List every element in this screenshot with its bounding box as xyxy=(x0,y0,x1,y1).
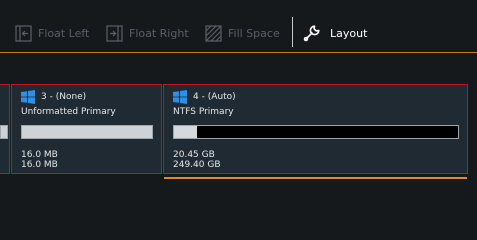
selection-indicator xyxy=(164,177,467,179)
fill-space-label: Fill Space xyxy=(228,26,280,40)
wrench-icon xyxy=(303,25,320,42)
float-right-button[interactable]: Float Right xyxy=(106,22,189,44)
partition-card-previous[interactable] xyxy=(0,84,10,174)
windows-icon xyxy=(173,90,187,104)
float-left-label: Float Left xyxy=(38,26,90,40)
partition-type: Unformatted Primary xyxy=(21,107,116,117)
float-left-icon xyxy=(15,24,32,42)
partition-type: NTFS Primary xyxy=(173,107,234,117)
partition-map: 3 - (None) Unformatted Primary 16.0 MB 1… xyxy=(0,53,477,200)
partition-title: 3 - (None) xyxy=(41,92,87,102)
partition-used-size: 20.45 GB xyxy=(173,150,215,160)
layout-button[interactable]: Layout xyxy=(302,22,367,44)
toolbar-separator xyxy=(292,17,293,47)
partition-usage-fill xyxy=(174,126,197,138)
partition-used-size: 16.0 MB xyxy=(21,150,58,160)
float-left-button[interactable]: Float Left xyxy=(15,22,89,44)
partition-card[interactable]: 3 - (None) Unformatted Primary 16.0 MB 1… xyxy=(11,84,162,174)
partition-header: 4 - (Auto) xyxy=(173,90,236,104)
fill-space-icon xyxy=(205,24,222,42)
fill-space-button[interactable]: Fill Space xyxy=(205,22,280,44)
windows-icon xyxy=(21,90,35,104)
partition-total-size: 16.0 MB xyxy=(21,160,58,170)
partition-usage-bar xyxy=(21,125,153,139)
float-right-icon xyxy=(106,24,123,42)
partition-total-size: 249.40 GB xyxy=(173,160,221,170)
partition-title: 4 - (Auto) xyxy=(193,92,236,102)
partition-usage-bar xyxy=(173,125,459,139)
float-right-label: Float Right xyxy=(129,26,189,40)
partition-card-selected[interactable]: 4 - (Auto) NTFS Primary 20.45 GB 249.40 … xyxy=(163,84,468,174)
partition-usage-bar xyxy=(0,125,8,139)
layout-label: Layout xyxy=(330,26,368,40)
toolbar: Float Left Float Right Fill Space Layout xyxy=(0,0,477,52)
partition-header: 3 - (None) xyxy=(21,90,86,104)
